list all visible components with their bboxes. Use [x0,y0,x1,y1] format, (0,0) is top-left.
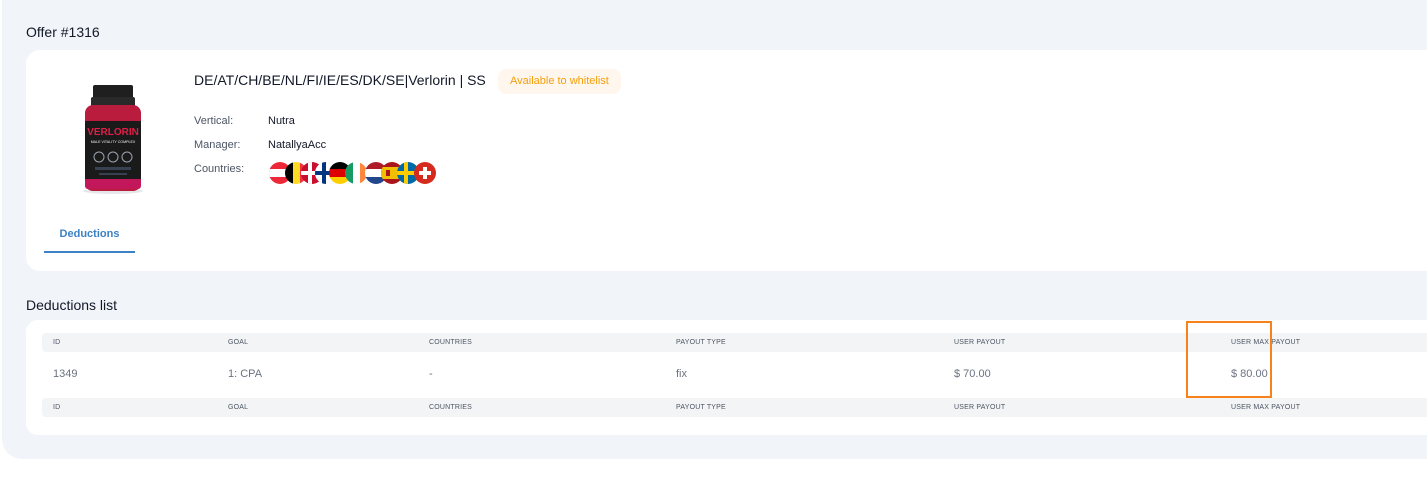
switzerland-flag-icon [414,162,436,184]
whitelist-status-badge[interactable]: Available to whitelist [498,69,621,94]
vertical-value: Nutra [268,115,295,127]
row-user-payout: $ 70.00 [954,368,991,380]
product-image-sublabel: MALE VITALITY COMPLEX [91,140,136,144]
column-header-id: ID [53,339,61,346]
row-countries: - [429,368,433,380]
page-title: Offer #1316 [26,24,100,40]
product-image-label: VERLORIN [87,127,139,138]
highlight-annotation-box [1186,321,1272,398]
country-flags [268,161,438,187]
row-goal: 1: CPA [228,368,263,380]
manager-label: Manager: [194,139,241,151]
column-header-countries: COUNTRIES [429,339,473,346]
product-image: VERLORIN MALE VITALITY COMPLEX [83,85,143,194]
manager-value: NatallyaAcc [268,139,327,151]
row-id: 1349 [53,368,78,380]
table-footer: ID GOAL COUNTRIES PAYOUT TYPE USER PAYOU… [42,398,1427,417]
column-footer-user-payout: USER PAYOUT [954,404,1006,411]
offer-name: DE/AT/CH/BE/NL/FI/IE/ES/DK/SE|Verlorin |… [194,72,486,88]
column-footer-goal: GOAL [228,404,249,411]
vertical-label: Vertical: [194,115,234,127]
deductions-list-title: Deductions list [26,297,118,313]
row-payout-type: fix [676,368,687,380]
column-header-user-payout: USER PAYOUT [954,339,1006,346]
column-header-goal: GOAL [228,339,249,346]
countries-label: Countries: [194,163,245,175]
column-header-payout-type: PAYOUT TYPE [676,339,726,346]
column-footer-countries: COUNTRIES [429,404,473,411]
tab-deductions[interactable]: Deductions [44,217,135,253]
ireland-flag-icon [345,162,367,184]
column-footer-id: ID [53,404,61,411]
offer-card: VERLORIN MALE VITALITY COMPLEX DE/AT/CH/… [26,50,1427,271]
column-footer-payout-type: PAYOUT TYPE [676,404,726,411]
column-footer-user-max-payout: USER MAX PAYOUT [1231,404,1301,411]
